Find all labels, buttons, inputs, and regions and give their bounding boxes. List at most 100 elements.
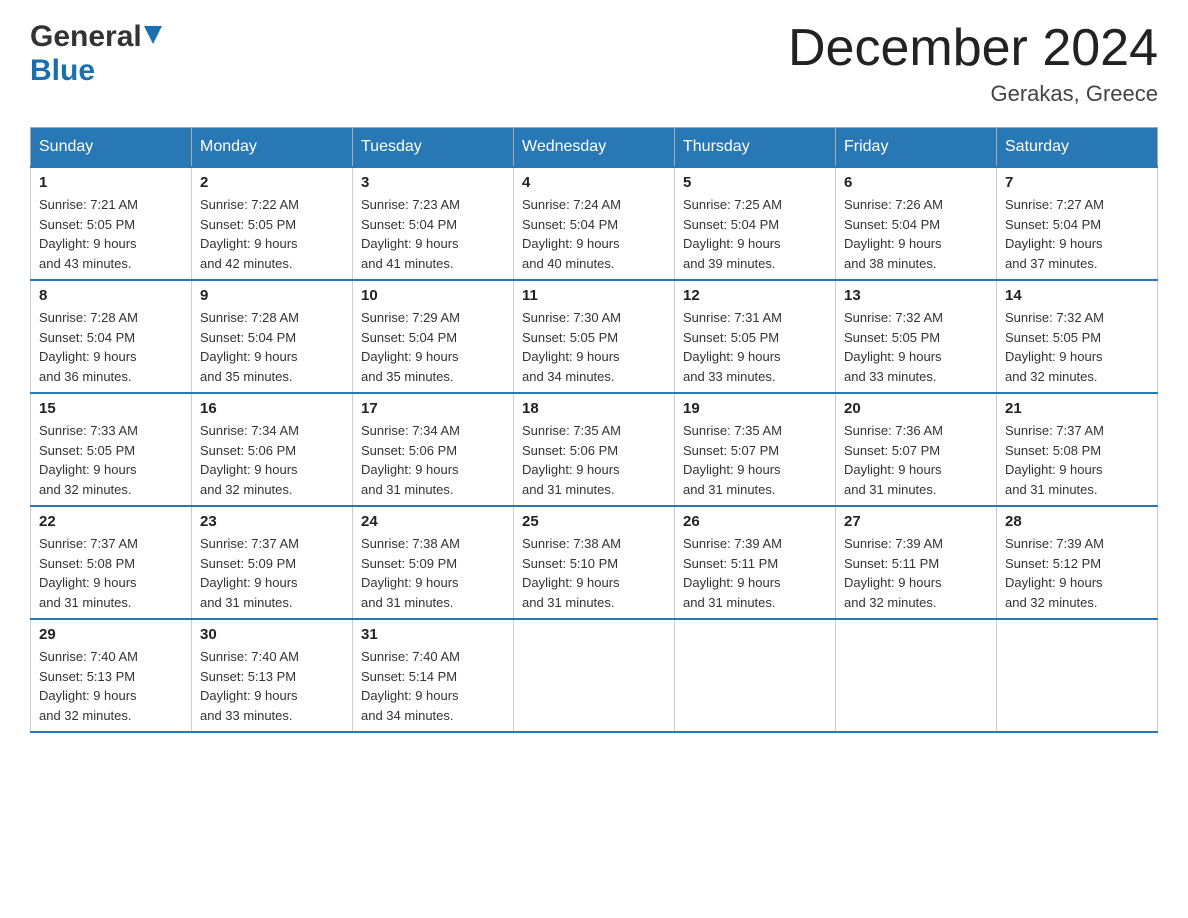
day-number: 26 xyxy=(683,513,827,530)
calendar-cell: 16 Sunrise: 7:34 AM Sunset: 5:06 PM Dayl… xyxy=(192,393,353,506)
calendar-cell: 6 Sunrise: 7:26 AM Sunset: 5:04 PM Dayli… xyxy=(836,167,997,280)
calendar-cell: 28 Sunrise: 7:39 AM Sunset: 5:12 PM Dayl… xyxy=(997,506,1158,619)
day-number: 10 xyxy=(361,287,505,304)
calendar-cell xyxy=(675,619,836,732)
day-info: Sunrise: 7:23 AM Sunset: 5:04 PM Dayligh… xyxy=(361,195,505,273)
weekday-header-friday: Friday xyxy=(836,128,997,168)
logo-general-text: General xyxy=(30,20,142,54)
day-info: Sunrise: 7:21 AM Sunset: 5:05 PM Dayligh… xyxy=(39,195,183,273)
day-number: 23 xyxy=(200,513,344,530)
day-info: Sunrise: 7:25 AM Sunset: 5:04 PM Dayligh… xyxy=(683,195,827,273)
day-info: Sunrise: 7:39 AM Sunset: 5:12 PM Dayligh… xyxy=(1005,534,1149,612)
calendar-cell: 13 Sunrise: 7:32 AM Sunset: 5:05 PM Dayl… xyxy=(836,280,997,393)
calendar-cell: 23 Sunrise: 7:37 AM Sunset: 5:09 PM Dayl… xyxy=(192,506,353,619)
calendar-cell: 14 Sunrise: 7:32 AM Sunset: 5:05 PM Dayl… xyxy=(997,280,1158,393)
day-number: 12 xyxy=(683,287,827,304)
logo-arrow-icon xyxy=(144,26,162,49)
calendar-cell: 15 Sunrise: 7:33 AM Sunset: 5:05 PM Dayl… xyxy=(31,393,192,506)
calendar-cell: 17 Sunrise: 7:34 AM Sunset: 5:06 PM Dayl… xyxy=(353,393,514,506)
month-title: December 2024 xyxy=(788,20,1158,77)
day-number: 20 xyxy=(844,400,988,417)
calendar-week-row: 15 Sunrise: 7:33 AM Sunset: 5:05 PM Dayl… xyxy=(31,393,1158,506)
calendar-header-row: SundayMondayTuesdayWednesdayThursdayFrid… xyxy=(31,128,1158,168)
day-number: 25 xyxy=(522,513,666,530)
day-number: 7 xyxy=(1005,174,1149,191)
location: Gerakas, Greece xyxy=(788,81,1158,107)
day-number: 9 xyxy=(200,287,344,304)
weekday-header-sunday: Sunday xyxy=(31,128,192,168)
day-info: Sunrise: 7:38 AM Sunset: 5:10 PM Dayligh… xyxy=(522,534,666,612)
day-info: Sunrise: 7:35 AM Sunset: 5:07 PM Dayligh… xyxy=(683,421,827,499)
calendar-cell: 24 Sunrise: 7:38 AM Sunset: 5:09 PM Dayl… xyxy=(353,506,514,619)
calendar-cell: 25 Sunrise: 7:38 AM Sunset: 5:10 PM Dayl… xyxy=(514,506,675,619)
day-info: Sunrise: 7:40 AM Sunset: 5:13 PM Dayligh… xyxy=(39,647,183,725)
day-info: Sunrise: 7:29 AM Sunset: 5:04 PM Dayligh… xyxy=(361,308,505,386)
day-info: Sunrise: 7:38 AM Sunset: 5:09 PM Dayligh… xyxy=(361,534,505,612)
day-number: 22 xyxy=(39,513,183,530)
calendar-cell: 3 Sunrise: 7:23 AM Sunset: 5:04 PM Dayli… xyxy=(353,167,514,280)
day-number: 11 xyxy=(522,287,666,304)
day-number: 16 xyxy=(200,400,344,417)
calendar-cell: 26 Sunrise: 7:39 AM Sunset: 5:11 PM Dayl… xyxy=(675,506,836,619)
day-number: 19 xyxy=(683,400,827,417)
weekday-header-tuesday: Tuesday xyxy=(353,128,514,168)
calendar-cell: 27 Sunrise: 7:39 AM Sunset: 5:11 PM Dayl… xyxy=(836,506,997,619)
day-number: 15 xyxy=(39,400,183,417)
calendar-cell xyxy=(514,619,675,732)
day-info: Sunrise: 7:34 AM Sunset: 5:06 PM Dayligh… xyxy=(361,421,505,499)
calendar-cell: 30 Sunrise: 7:40 AM Sunset: 5:13 PM Dayl… xyxy=(192,619,353,732)
day-info: Sunrise: 7:27 AM Sunset: 5:04 PM Dayligh… xyxy=(1005,195,1149,273)
calendar-cell: 2 Sunrise: 7:22 AM Sunset: 5:05 PM Dayli… xyxy=(192,167,353,280)
calendar-cell: 11 Sunrise: 7:30 AM Sunset: 5:05 PM Dayl… xyxy=(514,280,675,393)
day-number: 18 xyxy=(522,400,666,417)
day-info: Sunrise: 7:39 AM Sunset: 5:11 PM Dayligh… xyxy=(683,534,827,612)
day-number: 3 xyxy=(361,174,505,191)
title-area: December 2024 Gerakas, Greece xyxy=(788,20,1158,107)
day-number: 13 xyxy=(844,287,988,304)
calendar-cell: 5 Sunrise: 7:25 AM Sunset: 5:04 PM Dayli… xyxy=(675,167,836,280)
calendar-cell: 4 Sunrise: 7:24 AM Sunset: 5:04 PM Dayli… xyxy=(514,167,675,280)
day-number: 31 xyxy=(361,626,505,643)
day-number: 30 xyxy=(200,626,344,643)
weekday-header-saturday: Saturday xyxy=(997,128,1158,168)
day-number: 4 xyxy=(522,174,666,191)
day-info: Sunrise: 7:37 AM Sunset: 5:08 PM Dayligh… xyxy=(1005,421,1149,499)
day-info: Sunrise: 7:24 AM Sunset: 5:04 PM Dayligh… xyxy=(522,195,666,273)
day-number: 1 xyxy=(39,174,183,191)
day-info: Sunrise: 7:37 AM Sunset: 5:08 PM Dayligh… xyxy=(39,534,183,612)
day-number: 2 xyxy=(200,174,344,191)
day-number: 29 xyxy=(39,626,183,643)
calendar-cell: 22 Sunrise: 7:37 AM Sunset: 5:08 PM Dayl… xyxy=(31,506,192,619)
calendar-cell: 8 Sunrise: 7:28 AM Sunset: 5:04 PM Dayli… xyxy=(31,280,192,393)
logo: General Blue xyxy=(30,20,162,88)
day-info: Sunrise: 7:40 AM Sunset: 5:13 PM Dayligh… xyxy=(200,647,344,725)
calendar-week-row: 22 Sunrise: 7:37 AM Sunset: 5:08 PM Dayl… xyxy=(31,506,1158,619)
day-info: Sunrise: 7:26 AM Sunset: 5:04 PM Dayligh… xyxy=(844,195,988,273)
calendar-cell: 21 Sunrise: 7:37 AM Sunset: 5:08 PM Dayl… xyxy=(997,393,1158,506)
calendar-cell: 31 Sunrise: 7:40 AM Sunset: 5:14 PM Dayl… xyxy=(353,619,514,732)
day-info: Sunrise: 7:33 AM Sunset: 5:05 PM Dayligh… xyxy=(39,421,183,499)
day-info: Sunrise: 7:34 AM Sunset: 5:06 PM Dayligh… xyxy=(200,421,344,499)
calendar-week-row: 8 Sunrise: 7:28 AM Sunset: 5:04 PM Dayli… xyxy=(31,280,1158,393)
calendar-week-row: 29 Sunrise: 7:40 AM Sunset: 5:13 PM Dayl… xyxy=(31,619,1158,732)
calendar-cell: 12 Sunrise: 7:31 AM Sunset: 5:05 PM Dayl… xyxy=(675,280,836,393)
day-info: Sunrise: 7:32 AM Sunset: 5:05 PM Dayligh… xyxy=(1005,308,1149,386)
calendar-cell: 9 Sunrise: 7:28 AM Sunset: 5:04 PM Dayli… xyxy=(192,280,353,393)
day-info: Sunrise: 7:22 AM Sunset: 5:05 PM Dayligh… xyxy=(200,195,344,273)
day-number: 17 xyxy=(361,400,505,417)
weekday-header-wednesday: Wednesday xyxy=(514,128,675,168)
calendar-cell: 7 Sunrise: 7:27 AM Sunset: 5:04 PM Dayli… xyxy=(997,167,1158,280)
day-info: Sunrise: 7:28 AM Sunset: 5:04 PM Dayligh… xyxy=(200,308,344,386)
calendar-cell xyxy=(997,619,1158,732)
weekday-header-thursday: Thursday xyxy=(675,128,836,168)
logo-blue-text: Blue xyxy=(30,54,95,87)
day-number: 21 xyxy=(1005,400,1149,417)
day-info: Sunrise: 7:37 AM Sunset: 5:09 PM Dayligh… xyxy=(200,534,344,612)
calendar-cell: 10 Sunrise: 7:29 AM Sunset: 5:04 PM Dayl… xyxy=(353,280,514,393)
calendar-cell: 18 Sunrise: 7:35 AM Sunset: 5:06 PM Dayl… xyxy=(514,393,675,506)
day-number: 28 xyxy=(1005,513,1149,530)
calendar-cell: 20 Sunrise: 7:36 AM Sunset: 5:07 PM Dayl… xyxy=(836,393,997,506)
day-number: 6 xyxy=(844,174,988,191)
day-number: 8 xyxy=(39,287,183,304)
calendar-cell: 1 Sunrise: 7:21 AM Sunset: 5:05 PM Dayli… xyxy=(31,167,192,280)
